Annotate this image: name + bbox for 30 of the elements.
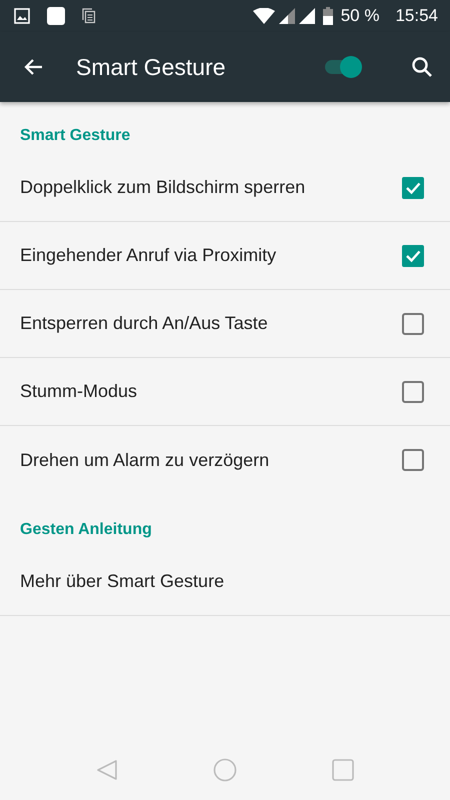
setting-label: Doppelklick zum Bildschirm sperren	[20, 176, 306, 199]
setting-row[interactable]: Entsperren durch An/Aus Taste	[0, 290, 450, 358]
setting-label: Mehr über Smart Gesture	[20, 570, 224, 593]
setting-label: Eingehender Anruf via Proximity	[20, 244, 276, 267]
setting-label: Drehen um Alarm zu verzögern	[20, 448, 270, 472]
checkbox[interactable]	[402, 244, 424, 266]
setting-row[interactable]: Drehen um Alarm zu verzögern	[0, 426, 450, 494]
signal-icon	[298, 8, 315, 24]
setting-row[interactable]: Mehr über Smart Gesture	[0, 548, 450, 616]
section-header: Gesten Anleitung	[19, 520, 153, 540]
battery-percent: 50 %	[340, 5, 380, 28]
clock: 15:54	[395, 5, 438, 28]
setting-label: Stumm-Modus	[20, 380, 138, 403]
wifi-icon	[252, 8, 275, 24]
checkbox[interactable]	[402, 380, 424, 402]
search-button[interactable]	[410, 55, 434, 79]
copy-icon	[82, 8, 96, 24]
setting-row[interactable]: Doppelklick zum Bildschirm sperren	[0, 154, 450, 222]
setting-row[interactable]: Stumm-Modus	[0, 358, 450, 426]
checkbox[interactable]	[402, 449, 424, 471]
checkbox[interactable]	[402, 312, 424, 334]
signal-icon	[278, 8, 295, 24]
setting-label: Entsperren durch An/Aus Taste	[20, 312, 268, 335]
toolbar-title: Smart Gesture	[76, 52, 226, 82]
section-header: Smart Gesture	[19, 126, 132, 146]
checkbox[interactable]	[402, 176, 424, 198]
battery-icon	[322, 7, 333, 25]
notification-icon	[46, 6, 66, 26]
image-notification-icon	[14, 8, 30, 24]
setting-row[interactable]: Eingehender Anruf via Proximity	[0, 222, 450, 290]
